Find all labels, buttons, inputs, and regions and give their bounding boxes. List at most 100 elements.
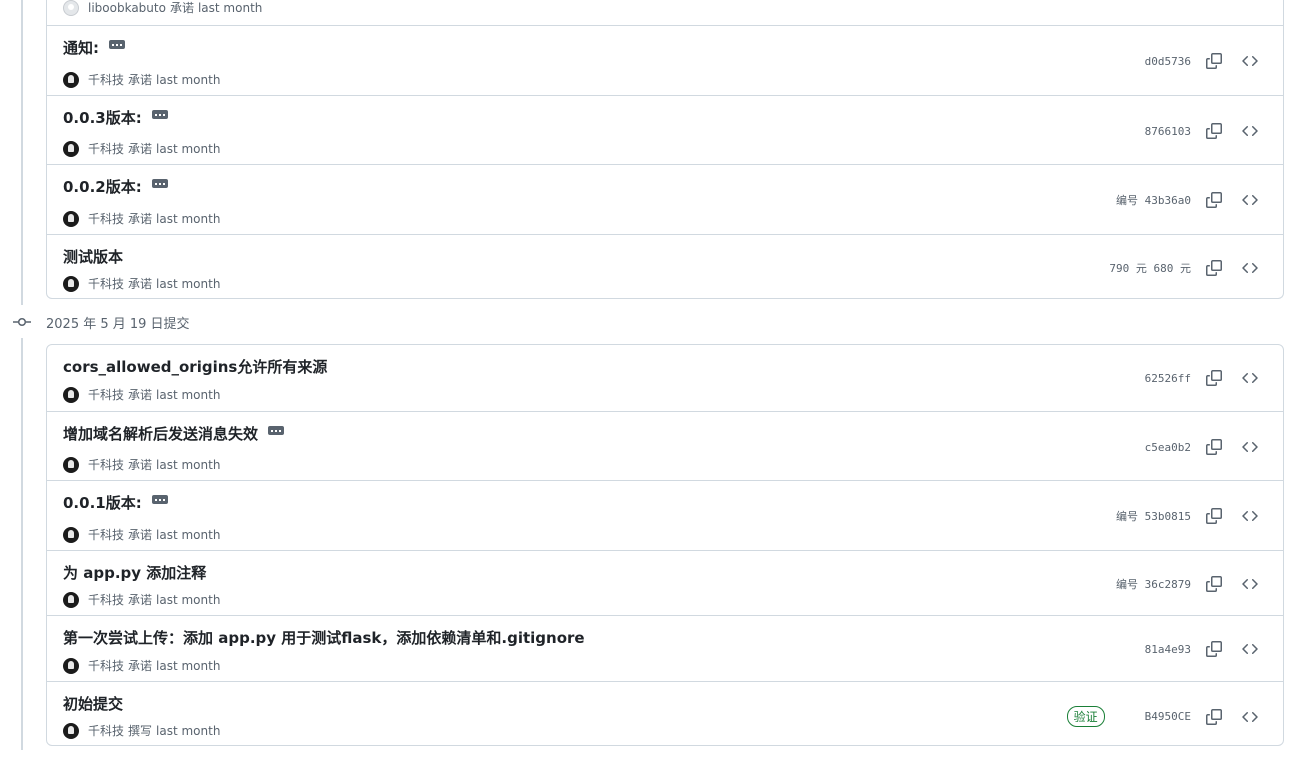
code-icon[interactable] bbox=[1241, 259, 1259, 277]
code-icon[interactable] bbox=[1241, 369, 1259, 387]
commit-meta: 千科技 承诺 last month bbox=[63, 71, 220, 88]
code-icon[interactable] bbox=[1241, 52, 1259, 70]
copy-icon[interactable] bbox=[1205, 507, 1223, 525]
avatar[interactable] bbox=[63, 210, 79, 227]
commit-sha-link[interactable]: 81a4e93 bbox=[1145, 643, 1191, 656]
commit-group-card: liboobkabuto 承诺 last month 通知: 千科技 承诺 last … bbox=[46, 0, 1284, 299]
copy-icon[interactable] bbox=[1205, 640, 1223, 658]
commit-title[interactable]: 通知: bbox=[63, 37, 99, 58]
copy-icon[interactable] bbox=[1205, 369, 1223, 387]
copy-icon[interactable] bbox=[1205, 52, 1223, 70]
commit-meta: 千科技 撰写 last month bbox=[63, 722, 220, 739]
commit-title-wrap: cors_allowed_origins允许所有来源 bbox=[63, 356, 327, 377]
commit-title[interactable]: 为 app.py 添加注释 bbox=[63, 562, 206, 583]
commit-title[interactable]: 0.0.1版本: bbox=[63, 492, 142, 513]
avatar[interactable] bbox=[63, 386, 79, 403]
commit-title[interactable]: cors_allowed_origins允许所有来源 bbox=[63, 356, 327, 377]
author-name[interactable]: 千科技 bbox=[88, 386, 124, 403]
author-name[interactable]: 千科技 bbox=[88, 657, 124, 674]
commit-meta: 千科技 承诺 last month bbox=[63, 456, 220, 473]
commit-title-wrap: 0.0.1版本: bbox=[63, 492, 168, 513]
avatar[interactable] bbox=[63, 275, 79, 292]
commit-time: last month bbox=[156, 141, 221, 156]
commit-meta: liboobkabuto 承诺 last month bbox=[63, 0, 262, 16]
commit-title[interactable]: 增加域名解析后发送消息失效 bbox=[63, 423, 258, 444]
commit-sha-link[interactable]: c5ea0b2 bbox=[1145, 441, 1191, 454]
code-icon[interactable] bbox=[1241, 575, 1259, 593]
avatar[interactable] bbox=[63, 657, 79, 674]
commit-actions: 编号 36c2879 bbox=[1116, 575, 1259, 593]
code-icon[interactable] bbox=[1241, 438, 1259, 456]
code-icon[interactable] bbox=[1241, 708, 1259, 726]
commit-date-header: 2025 年 5 月 19 日提交 bbox=[46, 317, 190, 332]
commit-title-wrap: 测试版本 bbox=[63, 246, 123, 267]
commit-sha-link[interactable]: B4950CE bbox=[1145, 710, 1191, 723]
commit-group-card: cors_allowed_origins允许所有来源 千科技 承诺 last mont… bbox=[46, 344, 1284, 746]
git-commit-icon bbox=[13, 315, 31, 333]
avatar[interactable] bbox=[63, 591, 79, 608]
author-name[interactable]: 千科技 bbox=[88, 71, 124, 88]
commit-sha-link[interactable]: 编号 36c2879 bbox=[1116, 576, 1191, 592]
commit-sha-link[interactable]: 62526ff bbox=[1145, 372, 1191, 385]
code-icon[interactable] bbox=[1241, 640, 1259, 658]
commit-title-wrap: 0.0.3版本: bbox=[63, 107, 168, 128]
commit-meta: 千科技 承诺 last month bbox=[63, 657, 220, 674]
commit-title[interactable]: 测试版本 bbox=[63, 246, 123, 267]
commit-title[interactable]: 第一次尝试上传：添加 app.py 用于测试flask，添加依赖清单和.giti… bbox=[63, 627, 585, 648]
kebab-horizontal-icon[interactable] bbox=[268, 426, 285, 435]
kebab-horizontal-icon[interactable] bbox=[151, 179, 168, 188]
commit-row: 第一次尝试上传：添加 app.py 用于测试flask，添加依赖清单和.giti… bbox=[47, 615, 1283, 681]
commit-actions: 62526ff bbox=[1145, 369, 1259, 387]
copy-icon[interactable] bbox=[1205, 122, 1223, 140]
commit-time: last month bbox=[156, 387, 221, 402]
copy-icon[interactable] bbox=[1205, 438, 1223, 456]
avatar[interactable] bbox=[63, 71, 79, 88]
commit-time: last month bbox=[156, 276, 221, 291]
timeline-line bbox=[21, 0, 23, 305]
commit-title[interactable]: 0.0.2版本: bbox=[63, 176, 142, 197]
commit-title[interactable]: 初始提交 bbox=[63, 693, 123, 714]
commit-action: 撰写 bbox=[128, 724, 153, 738]
commit-action: 承诺 bbox=[128, 528, 153, 542]
copy-icon[interactable] bbox=[1205, 259, 1223, 277]
author-name[interactable]: 千科技 bbox=[88, 140, 124, 157]
kebab-horizontal-icon[interactable] bbox=[109, 40, 125, 49]
kebab-horizontal-icon[interactable] bbox=[151, 495, 168, 504]
commit-actions: d0d5736 bbox=[1145, 52, 1259, 70]
copy-icon[interactable] bbox=[1205, 708, 1223, 726]
author-name[interactable]: 千科技 bbox=[88, 591, 124, 608]
commit-row: 0.0.3版本: 千科技 承诺 last month 8766103 bbox=[47, 95, 1283, 164]
author-name[interactable]: 千科技 bbox=[88, 275, 124, 292]
avatar[interactable] bbox=[63, 722, 79, 739]
commit-sha-link[interactable]: 790 元 680 元 bbox=[1109, 260, 1191, 276]
commit-time: last month bbox=[156, 72, 221, 87]
commit-sha-link[interactable]: 8766103 bbox=[1145, 125, 1191, 138]
code-icon[interactable] bbox=[1241, 191, 1259, 209]
commit-sha-link[interactable]: 编号 53b0815 bbox=[1116, 508, 1191, 524]
avatar[interactable] bbox=[63, 0, 79, 16]
commit-sha-link[interactable]: d0d5736 bbox=[1145, 55, 1191, 68]
avatar[interactable] bbox=[63, 140, 79, 157]
avatar[interactable] bbox=[63, 456, 79, 473]
commit-row: 初始提交千科技 撰写 last month 验证 B4950CE bbox=[47, 681, 1283, 745]
author-name[interactable]: liboobkabuto bbox=[88, 1, 166, 15]
copy-icon[interactable] bbox=[1205, 575, 1223, 593]
author-name[interactable]: 千科技 bbox=[88, 456, 124, 473]
author-name[interactable]: 千科技 bbox=[88, 722, 124, 739]
commit-meta: 千科技 承诺 last month bbox=[63, 275, 220, 292]
avatar[interactable] bbox=[63, 526, 79, 543]
commit-sha-link[interactable]: 编号 43b36a0 bbox=[1116, 192, 1191, 208]
commit-row-partial: liboobkabuto 承诺 last month bbox=[47, 0, 1283, 25]
commit-time: last month bbox=[156, 723, 221, 738]
commit-action: 承诺 bbox=[128, 659, 153, 673]
author-name[interactable]: 千科技 bbox=[88, 210, 124, 227]
verified-badge[interactable]: 验证 bbox=[1066, 706, 1105, 727]
code-icon[interactable] bbox=[1241, 507, 1259, 525]
author-name[interactable]: 千科技 bbox=[88, 526, 124, 543]
commit-title[interactable]: 0.0.3版本: bbox=[63, 107, 142, 128]
commit-row: 测试版本千科技 承诺 last month 790 元 680 元 bbox=[47, 234, 1283, 298]
copy-icon[interactable] bbox=[1205, 191, 1223, 209]
kebab-horizontal-icon[interactable] bbox=[151, 110, 168, 119]
commit-action: 承诺 bbox=[128, 277, 153, 291]
code-icon[interactable] bbox=[1241, 122, 1259, 140]
